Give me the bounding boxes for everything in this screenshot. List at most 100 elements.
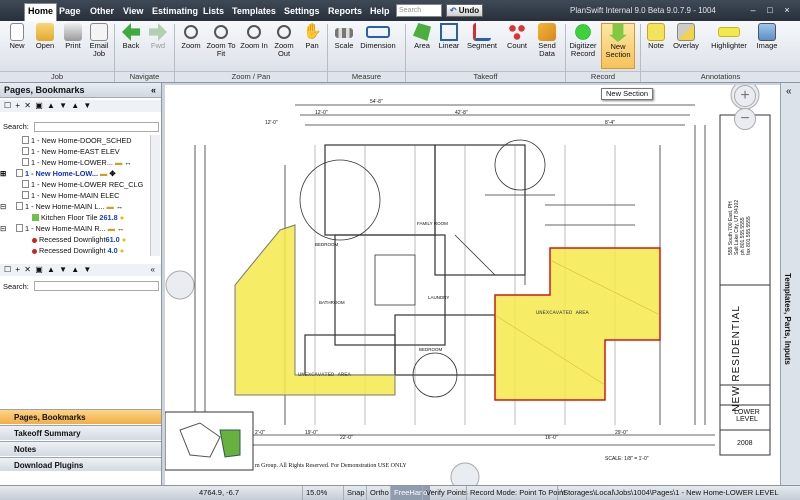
- fwd-label: Fwd: [150, 41, 166, 50]
- menu-reports[interactable]: Reports: [325, 4, 365, 18]
- count-button[interactable]: Count: [503, 23, 531, 50]
- tree-item[interactable]: Kitchen Floor Tile 261.8 ●: [0, 212, 150, 223]
- tree-item[interactable]: 1 - New Home-LOWER... ▬ ↔: [0, 157, 150, 168]
- digitizer-label: Digitizer Record: [569, 41, 597, 58]
- group-measure: Measure: [328, 71, 405, 82]
- page-icon: [22, 180, 29, 188]
- new-section-tooltip: New Section: [601, 88, 654, 100]
- notes-tab[interactable]: Notes: [0, 441, 161, 456]
- tree-item[interactable]: Recessed Downlight61.0 ●: [0, 234, 150, 245]
- dim-label: 22'-0": [340, 435, 353, 441]
- send-data-button[interactable]: Send Data: [534, 23, 560, 58]
- pan-button[interactable]: ✋ Pan: [300, 23, 324, 50]
- open-button[interactable]: Open: [32, 23, 58, 50]
- wall: [304, 334, 396, 376]
- minimize-button[interactable]: –: [747, 4, 759, 16]
- menu-help[interactable]: Help: [367, 4, 393, 18]
- page-icon: [16, 224, 23, 232]
- app-title: PlanSwift Internal 9.0 Beta 9.0.7.9 - 10…: [570, 6, 716, 15]
- menu-bar: Home Page Other View Estimating Lists Te…: [0, 0, 800, 21]
- zoom-out-control[interactable]: −: [734, 108, 756, 130]
- email-label: Email Job: [89, 41, 109, 58]
- takeoff-toolbar[interactable]: ☐ + ✕ ▣ ▲ ▼ ▲ ▼ «: [0, 264, 161, 276]
- linear-button[interactable]: Linear: [436, 23, 462, 50]
- zoom-button[interactable]: Zoom: [178, 23, 204, 50]
- pages-toolbar[interactable]: ☐ + ✕ ▣ ▲ ▼ ▲ ▼: [0, 100, 161, 112]
- dim-label: 12'-0": [315, 110, 328, 116]
- snap-toggle[interactable]: Snap: [343, 486, 368, 500]
- area-label-left: UNEXCAVATED AREA: [298, 371, 351, 378]
- scale-label: Scale: [334, 41, 354, 50]
- back-button[interactable]: Back: [118, 23, 144, 50]
- overlay-button[interactable]: Overlay: [671, 23, 701, 50]
- menu-templates[interactable]: Templates: [229, 4, 279, 18]
- segment-button[interactable]: Segment: [465, 23, 499, 50]
- takeoff-summary-tab[interactable]: Takeoff Summary: [0, 425, 161, 440]
- new-button[interactable]: New: [4, 23, 30, 50]
- dimension-button[interactable]: Dimension: [358, 23, 398, 50]
- zoom-in-control[interactable]: +: [734, 85, 756, 107]
- new-section-button[interactable]: New Section: [601, 23, 635, 69]
- room-label: BEDROOM: [419, 347, 443, 352]
- search-input[interactable]: Search: [396, 4, 442, 17]
- highlighter-icon: [718, 27, 740, 37]
- collapse-right-icon[interactable]: «: [786, 86, 792, 97]
- highlighter-button[interactable]: Highlighter: [706, 23, 752, 50]
- menu-view[interactable]: View: [120, 4, 146, 18]
- tree-scrollbar[interactable]: [150, 135, 160, 256]
- close-button[interactable]: ×: [781, 4, 793, 16]
- tree-item[interactable]: 1 - New Home-DOOR_SCHED: [0, 135, 150, 146]
- tree-item[interactable]: 1 - New Home-LOWER REC_CLG: [0, 179, 150, 190]
- collapse-left-icon[interactable]: «: [151, 83, 156, 98]
- verify-points-toggle[interactable]: Verify Points: [422, 486, 471, 500]
- room-label: LAUNDRY: [428, 295, 450, 300]
- image-button[interactable]: Image: [754, 23, 780, 50]
- templates-parts-inputs-tab[interactable]: Templates, Parts, Inputs: [783, 273, 792, 365]
- maximize-button[interactable]: □: [764, 4, 776, 16]
- link-icon: ↔: [115, 202, 124, 211]
- area-button[interactable]: Area: [409, 23, 435, 50]
- download-plugins-tab[interactable]: Download Plugins: [0, 457, 161, 471]
- note-icon: [647, 23, 665, 41]
- collapse-left-icon-2[interactable]: «: [151, 264, 156, 276]
- menu-estimating[interactable]: Estimating: [149, 4, 201, 18]
- page-icon: [22, 147, 29, 155]
- note-button[interactable]: Note: [643, 23, 669, 50]
- tree-item-selected[interactable]: ⊞ 1 - New Home-LOW... ▬ ✥: [0, 168, 150, 179]
- room-label: FAMILY ROOM: [417, 221, 448, 226]
- tree-item[interactable]: Recessed Downlight 4.0 ●: [0, 245, 150, 256]
- drawing-canvas[interactable]: + − UNEXCAVATED AREA UNEXCAVATED AREA 54…: [165, 85, 780, 485]
- zoom-to-fit-button[interactable]: Zoom To Fit: [206, 23, 236, 58]
- tree-item[interactable]: 1 - New Home-EAST ELEV: [0, 146, 150, 157]
- scale-note: SCALE: 1/8" = 1'-0": [605, 456, 649, 462]
- tree-item[interactable]: ⊟ 1 - New Home-MAIN L... ▬ ↔: [0, 201, 150, 212]
- undo-button[interactable]: ↶ Undo: [446, 4, 483, 17]
- title-block-year: 2008: [737, 440, 753, 447]
- page-tree: 1 - New Home-DOOR_SCHED 1 - New Home-EAS…: [0, 135, 150, 256]
- pan-down-control[interactable]: [450, 462, 480, 485]
- email-job-button[interactable]: Email Job: [86, 23, 112, 58]
- menu-lists[interactable]: Lists: [200, 4, 227, 18]
- menu-page[interactable]: Page: [56, 4, 84, 18]
- menu-settings[interactable]: Settings: [281, 4, 323, 18]
- scale-button[interactable]: Scale: [331, 23, 357, 50]
- menu-other[interactable]: Other: [87, 4, 117, 18]
- tree-item[interactable]: ⊟ 1 - New Home-MAIN R... ▬ ↔: [0, 223, 150, 234]
- zoom-out-button[interactable]: Zoom Out: [270, 23, 298, 58]
- zoom-in-button[interactable]: Zoom In: [240, 23, 268, 50]
- pan-left-control[interactable]: [165, 270, 195, 300]
- menu-home[interactable]: Home: [24, 3, 58, 21]
- digitizer-record-button[interactable]: Digitizer Record: [567, 23, 599, 58]
- record-mode[interactable]: Record Mode: Point To Point: [466, 486, 568, 500]
- pages-search-input[interactable]: [34, 122, 159, 132]
- zoom-level: 15.0%: [302, 486, 330, 500]
- tree-item[interactable]: 1 - New Home-MAIN ELEC: [0, 190, 150, 201]
- ortho-toggle[interactable]: Ortho: [366, 486, 392, 500]
- new-section-icon: [609, 24, 627, 42]
- takeoff-search-input[interactable]: [34, 281, 159, 291]
- pages-bookmarks-tab[interactable]: Pages, Bookmarks: [0, 409, 161, 424]
- forward-button[interactable]: Fwd: [146, 23, 170, 50]
- bulb-icon: ●: [121, 235, 127, 244]
- print-button[interactable]: Print: [60, 23, 86, 50]
- page-icon: [22, 158, 29, 166]
